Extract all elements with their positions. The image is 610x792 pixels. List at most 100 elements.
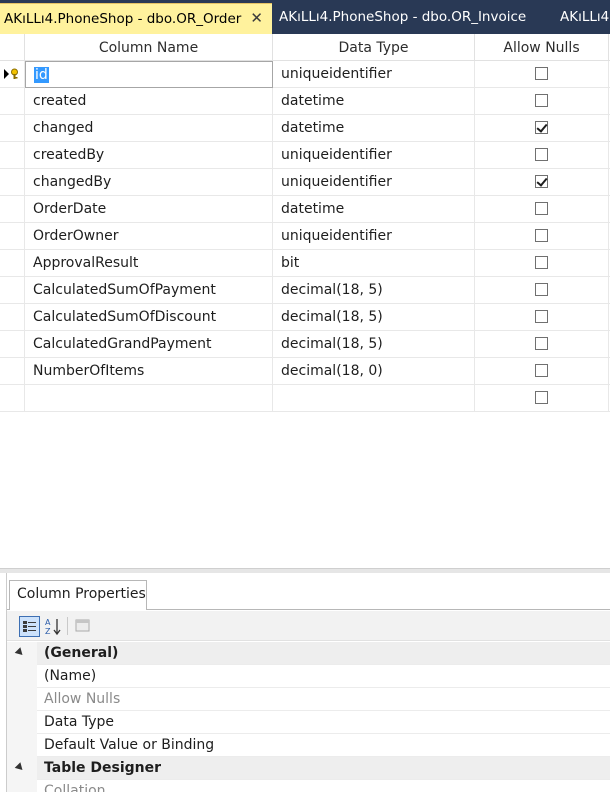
row-selector[interactable] bbox=[0, 115, 25, 142]
data-type-header[interactable]: Data Type bbox=[273, 34, 475, 61]
column-name-cell[interactable]: changed bbox=[25, 115, 273, 142]
table-row[interactable]: CalculatedSumOfDiscount decimal(18, 5) bbox=[0, 304, 610, 331]
column-name-cell[interactable]: OrderOwner bbox=[25, 223, 273, 250]
row-selector[interactable] bbox=[0, 331, 25, 358]
row-selector[interactable] bbox=[0, 385, 25, 412]
table-row[interactable]: createdBy uniqueidentifier bbox=[0, 142, 610, 169]
row-selector[interactable] bbox=[0, 142, 25, 169]
data-type-cell[interactable]: decimal(18, 5) bbox=[273, 331, 475, 358]
column-name-cell[interactable]: id bbox=[25, 61, 273, 88]
row-selector[interactable] bbox=[0, 169, 25, 196]
column-name-cell[interactable]: CalculatedGrandPayment bbox=[25, 331, 273, 358]
allow-nulls-checkbox[interactable] bbox=[535, 121, 548, 134]
collapse-triangle-icon[interactable] bbox=[14, 762, 26, 773]
allow-nulls-checkbox[interactable] bbox=[535, 148, 548, 161]
tab-column-properties[interactable]: Column Properties bbox=[9, 580, 147, 610]
row-selector[interactable] bbox=[0, 61, 25, 88]
column-name-cell[interactable]: ApprovalResult bbox=[25, 250, 273, 277]
allow-nulls-checkbox[interactable] bbox=[535, 337, 548, 350]
data-type-cell[interactable]: uniqueidentifier bbox=[273, 223, 475, 250]
column-name-cell[interactable] bbox=[25, 385, 273, 412]
property-row[interactable]: Data Type bbox=[7, 711, 610, 734]
row-selector[interactable] bbox=[0, 250, 25, 277]
allow-nulls-checkbox[interactable] bbox=[535, 175, 548, 188]
allow-nulls-checkbox[interactable] bbox=[535, 256, 548, 269]
column-name-cell[interactable]: createdBy bbox=[25, 142, 273, 169]
property-row[interactable]: Collation bbox=[7, 780, 610, 792]
column-name-text: createdBy bbox=[33, 147, 105, 163]
data-type-cell[interactable]: datetime bbox=[273, 88, 475, 115]
column-name-text: changed bbox=[33, 120, 94, 136]
row-selector[interactable] bbox=[0, 358, 25, 385]
column-name-cell[interactable]: CalculatedSumOfPayment bbox=[25, 277, 273, 304]
tab-or-order[interactable]: AKıLLı4.PhoneShop - dbo.OR_Order ✕ bbox=[0, 3, 272, 34]
allow-nulls-header[interactable]: Allow Nulls bbox=[475, 34, 609, 61]
allow-nulls-cell bbox=[475, 115, 609, 142]
data-type-cell[interactable]: uniqueidentifier bbox=[273, 169, 475, 196]
data-type-cell[interactable]: bit bbox=[273, 250, 475, 277]
row-selector[interactable] bbox=[0, 196, 25, 223]
allow-nulls-checkbox[interactable] bbox=[535, 229, 548, 242]
allow-nulls-checkbox[interactable] bbox=[535, 283, 548, 296]
data-type-cell[interactable]: datetime bbox=[273, 115, 475, 142]
property-category-row[interactable]: (General) bbox=[7, 642, 610, 665]
table-row[interactable]: changed datetime bbox=[0, 115, 610, 142]
svg-text:A: A bbox=[45, 618, 51, 627]
table-row[interactable]: CalculatedSumOfPayment decimal(18, 5) bbox=[0, 277, 610, 304]
collapse-triangle-icon[interactable] bbox=[14, 647, 26, 658]
column-name-cell[interactable]: CalculatedSumOfDiscount bbox=[25, 304, 273, 331]
row-selector[interactable] bbox=[0, 304, 25, 331]
data-type-cell[interactable] bbox=[273, 385, 475, 412]
column-name-header[interactable]: Column Name bbox=[25, 34, 273, 61]
allow-nulls-cell bbox=[475, 88, 609, 115]
property-row[interactable]: Default Value or Binding bbox=[7, 734, 610, 757]
row-selector-header[interactable] bbox=[0, 34, 25, 61]
table-row[interactable]: OrderOwner uniqueidentifier bbox=[0, 223, 610, 250]
allow-nulls-cell bbox=[475, 142, 609, 169]
data-type-cell[interactable]: uniqueidentifier bbox=[273, 142, 475, 169]
table-row[interactable]: created datetime bbox=[0, 88, 610, 115]
allow-nulls-checkbox[interactable] bbox=[535, 364, 548, 377]
data-type-cell[interactable]: decimal(18, 5) bbox=[273, 277, 475, 304]
table-row[interactable] bbox=[0, 385, 610, 412]
allow-nulls-checkbox[interactable] bbox=[535, 310, 548, 323]
allow-nulls-checkbox[interactable] bbox=[535, 94, 548, 107]
property-row[interactable]: (Name) bbox=[7, 665, 610, 688]
sort-alphabetical-icon[interactable]: A Z bbox=[43, 616, 64, 637]
row-selector[interactable] bbox=[0, 88, 25, 115]
column-name-cell[interactable]: created bbox=[25, 88, 273, 115]
table-row[interactable]: OrderDate datetime bbox=[0, 196, 610, 223]
column-name-text: NumberOfItems bbox=[33, 363, 145, 379]
allow-nulls-cell bbox=[475, 223, 609, 250]
allow-nulls-cell bbox=[475, 169, 609, 196]
table-row[interactable]: CalculatedGrandPayment decimal(18, 5) bbox=[0, 331, 610, 358]
document-tab-strip: AKıLLı4.PhoneShop - dbo.OR_Order ✕ AKıLLı… bbox=[0, 0, 610, 34]
close-icon[interactable]: ✕ bbox=[250, 4, 263, 33]
property-label: Data Type bbox=[44, 714, 115, 730]
table-row[interactable]: ApprovalResult bit bbox=[0, 250, 610, 277]
property-pages-icon[interactable] bbox=[73, 616, 94, 637]
allow-nulls-cell bbox=[475, 331, 609, 358]
tab-or-invoice[interactable]: AKıLLı4.PhoneShop - dbo.OR_Invoice bbox=[272, 3, 530, 34]
property-category-row[interactable]: Table Designer bbox=[7, 757, 610, 780]
data-type-cell[interactable]: datetime bbox=[273, 196, 475, 223]
property-label: Collation bbox=[44, 783, 106, 792]
property-row[interactable]: Allow Nulls bbox=[7, 688, 610, 711]
column-name-cell[interactable]: NumberOfItems bbox=[25, 358, 273, 385]
table-row[interactable]: id uniqueidentifier bbox=[0, 61, 610, 88]
tab-akilli4[interactable]: AKıLLı4 bbox=[556, 3, 610, 34]
table-row[interactable]: changedBy uniqueidentifier bbox=[0, 169, 610, 196]
properties-tab-row: Column Properties bbox=[7, 573, 610, 610]
categorized-icon[interactable] bbox=[19, 616, 40, 637]
allow-nulls-checkbox[interactable] bbox=[535, 67, 548, 80]
row-selector[interactable] bbox=[0, 277, 25, 304]
row-selector[interactable] bbox=[0, 223, 25, 250]
table-row[interactable]: NumberOfItems decimal(18, 0) bbox=[0, 358, 610, 385]
allow-nulls-checkbox[interactable] bbox=[535, 391, 548, 404]
data-type-cell[interactable]: decimal(18, 5) bbox=[273, 304, 475, 331]
data-type-cell[interactable]: decimal(18, 0) bbox=[273, 358, 475, 385]
column-name-cell[interactable]: changedBy bbox=[25, 169, 273, 196]
column-name-cell[interactable]: OrderDate bbox=[25, 196, 273, 223]
allow-nulls-checkbox[interactable] bbox=[535, 202, 548, 215]
data-type-cell[interactable]: uniqueidentifier bbox=[273, 61, 475, 88]
